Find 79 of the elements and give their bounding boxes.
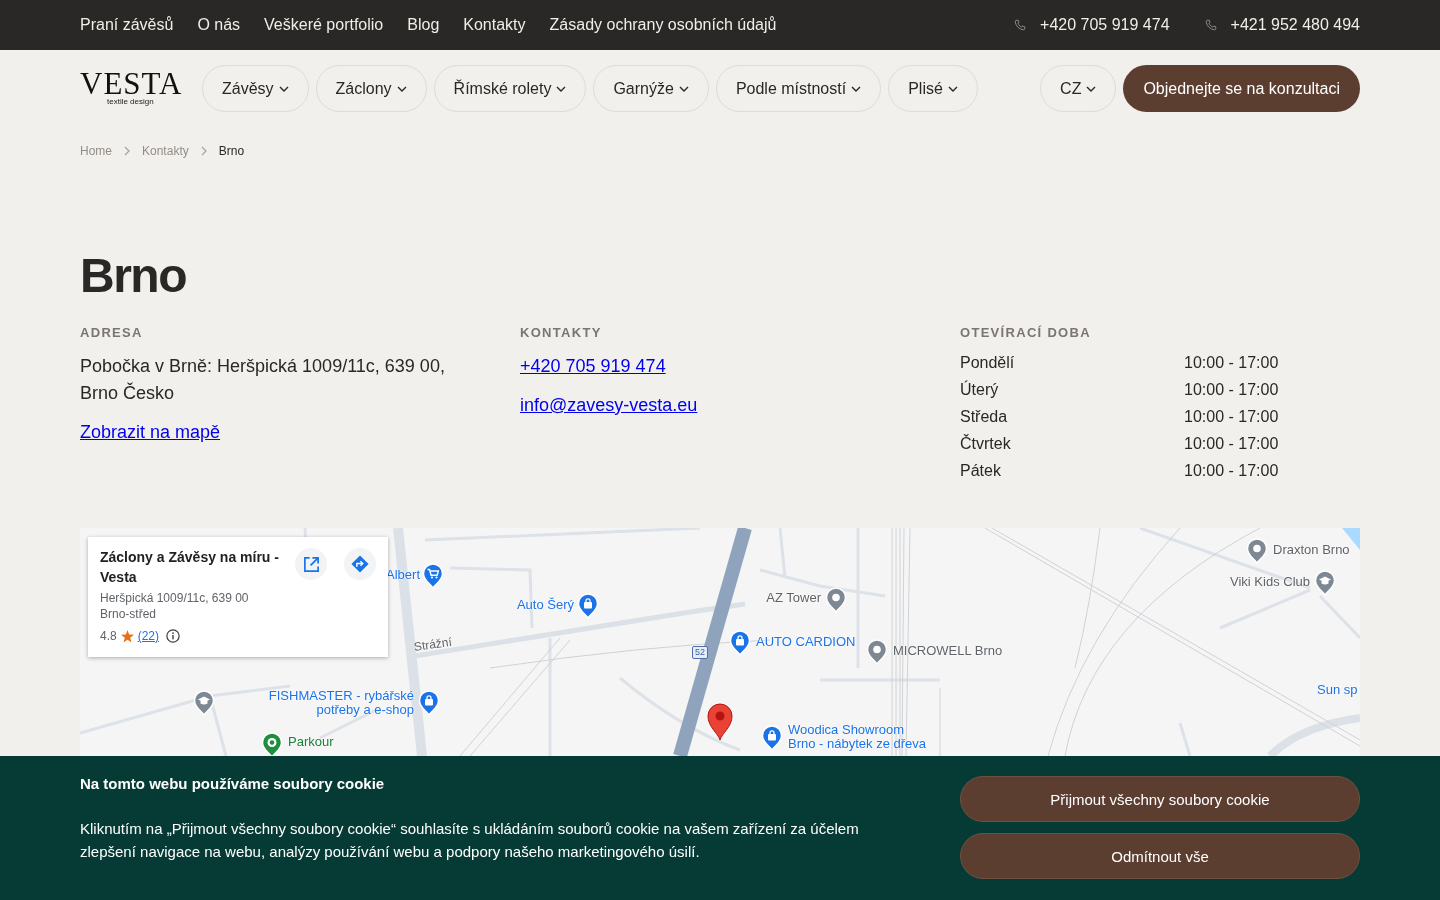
section-heading: OTEVÍRACÍ DOBA [960, 325, 1091, 341]
map-pin-icon[interactable] [825, 586, 847, 613]
map-pin-icon[interactable] [866, 638, 888, 665]
map-place-label[interactable]: Sun sp [1317, 683, 1358, 697]
graduation-cap-pin-icon[interactable] [1314, 569, 1336, 596]
opening-hours-text: 10:00 - 17:00 [1184, 380, 1279, 400]
top-nav-link[interactable]: Blog [407, 15, 440, 35]
map-place-label[interactable]: Albert [386, 568, 420, 582]
phone-link[interactable]: +421 952 480 494 [1204, 15, 1360, 35]
info-icon[interactable] [166, 629, 181, 643]
weekday-label: Pondělí [960, 353, 1016, 373]
section-heading: ADRESA [80, 325, 143, 341]
map-link[interactable]: Zobrazit na mapě [80, 419, 221, 446]
phone-icon [1014, 19, 1027, 31]
address-text: Pobočka v Brně: Heršpická 1009/11c, 639 00, Brno Česko [80, 355, 446, 405]
map-place-label[interactable]: AZ Tower [766, 591, 821, 605]
weekday-label: Úterý [960, 379, 1000, 400]
map-place-label[interactable]: Auto Šerý [516, 598, 574, 612]
directions-icon [351, 555, 369, 573]
cart-pin-icon[interactable] [422, 562, 444, 589]
email-link[interactable]: info@zavesy-vesta.eu [520, 392, 698, 419]
location-pin-icon[interactable] [707, 703, 733, 741]
weekday-label: Pátek [960, 461, 1002, 481]
graduation-cap-pin-icon[interactable] [193, 690, 215, 716]
page-title: Brno [80, 251, 187, 301]
cookie-button[interactable]: Přijmout všechny soubory cookie [960, 776, 1360, 822]
star-icon [120, 629, 134, 643]
directions-button[interactable] [344, 548, 376, 580]
opening-hours-text: 10:00 - 17:00 [1184, 461, 1279, 481]
chevron-down-icon [278, 85, 289, 92]
map-place-label[interactable]: Parkour [288, 735, 334, 749]
opening-hours-text: 10:00 - 17:00 [1184, 407, 1279, 427]
top-nav-link[interactable]: Veškeré portfolio [264, 15, 384, 35]
phone-link[interactable]: +420 705 919 474 [1014, 15, 1170, 35]
chevron-right-icon [200, 146, 207, 156]
map-place-label[interactable]: Viki Kids Club [1230, 575, 1310, 589]
shopping-bag-pin-icon[interactable] [577, 592, 599, 619]
place-name: Záclony a Závěsy na míru - Vesta [100, 548, 280, 587]
chevron-down-icon [1086, 85, 1097, 92]
opening-hours-text: 10:00 - 17:00 [1184, 434, 1279, 454]
cookie-text: Kliknutím na „Přijmout všechny soubory cookie“ souhlasíte s ukládáním souborů cookie na vašem zařízení za účelem zlepšení navigace na webu, analýzy používání webu a podpory našeho marketingového úsilí. [80, 819, 860, 862]
weekday-label: Čtvrtek [960, 433, 1012, 454]
map-place-label[interactable]: AUTO CARDION [756, 635, 856, 649]
current-page-label: Brno [218, 143, 245, 159]
external-link-icon [302, 555, 320, 573]
map-place-label[interactable]: FISHMASTER - rybářské potřeby a e-shop [262, 689, 414, 717]
chevron-down-icon [396, 85, 407, 92]
opening-hours-text: 10:00 - 17:00 [1184, 353, 1279, 373]
chevron-down-icon [947, 85, 958, 92]
logo-wordmark[interactable]: VESTA [80, 71, 184, 97]
map-place-label[interactable]: Woodica Showroom Brno - nábytek ze dřeva [788, 723, 933, 751]
shopping-bag-pin-icon[interactable] [418, 689, 440, 716]
street-label: Strážní [413, 634, 453, 654]
consultation-button[interactable]: Objednejte se na konzultaci [1123, 65, 1360, 112]
shopping-bag-pin-icon[interactable] [729, 629, 751, 656]
chevron-down-icon [851, 85, 862, 92]
phone-link[interactable]: +420 705 919 474 [520, 353, 666, 380]
logo-tagline: textile design [107, 97, 155, 106]
top-nav-link[interactable]: Praní závěsů [80, 15, 174, 35]
weekday-label: Středa [960, 407, 1009, 427]
rating-value: 4.8 [100, 628, 117, 644]
shopping-bag-pin-icon[interactable] [761, 724, 783, 751]
top-nav-link[interactable]: Kontakty [463, 15, 526, 35]
map-pin-icon[interactable] [1246, 537, 1268, 564]
map-place-label[interactable]: MICROWELL Brno [893, 644, 1003, 658]
open-in-maps-button[interactable] [295, 548, 327, 580]
reviews-link[interactable]: (22) [137, 628, 160, 644]
map-place-label[interactable]: Draxton Brno [1273, 543, 1350, 557]
route-number-sign: 52 [692, 646, 708, 659]
place-address: Heršpická 1009/11c, 639 00 Brno-střed [100, 590, 250, 622]
cookie-title: Na tomto webu používáme soubory cookie [80, 774, 386, 794]
phone-icon [1204, 19, 1217, 31]
section-heading: KONTAKTY [520, 325, 602, 341]
cookie-button[interactable]: Odmítnout vše [960, 833, 1360, 879]
chevron-down-icon [556, 85, 567, 92]
chevron-right-icon [124, 146, 130, 156]
top-nav-link[interactable]: Zásady ochrany osobních údajů [549, 15, 777, 35]
chevron-down-icon [678, 85, 689, 92]
top-nav-link[interactable]: O nás [197, 15, 241, 35]
